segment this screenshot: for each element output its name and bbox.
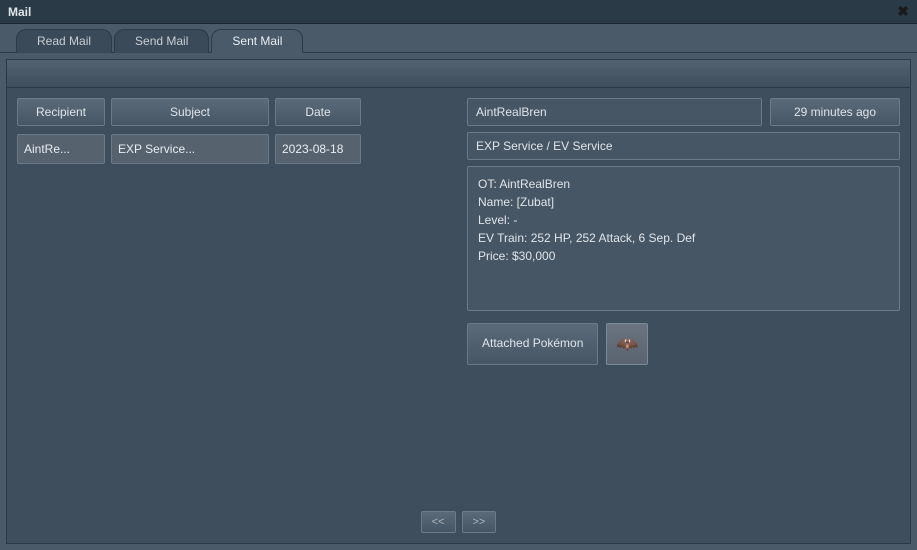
mail-list: AintRe... EXP Service... 2023-08-18: [17, 134, 455, 164]
close-icon[interactable]: ✖: [897, 3, 909, 20]
tab-bar: Read Mail Send Mail Sent Mail: [0, 24, 917, 53]
prev-page-button[interactable]: <<: [421, 511, 456, 533]
pagination: << >>: [7, 503, 910, 543]
tab-sent-mail[interactable]: Sent Mail: [211, 29, 303, 53]
mail-window: Mail ✖ Read Mail Send Mail Sent Mail Rec…: [0, 0, 917, 550]
main-area: Recipient Subject Date AintRe... EXP Ser…: [7, 88, 910, 503]
zubat-icon: 🦇: [616, 334, 638, 355]
inner-panel: Recipient Subject Date AintRe... EXP Ser…: [6, 59, 911, 544]
detail-body: OT: AintRealBren Name: [Zubat] Level: - …: [467, 166, 900, 311]
detail-subject: EXP Service / EV Service: [467, 132, 900, 160]
col-header-subject[interactable]: Subject: [111, 98, 269, 126]
mail-cell-date[interactable]: 2023-08-18: [275, 134, 361, 164]
attachment-slot[interactable]: 🦇: [606, 323, 648, 365]
attachment-row: Attached Pokémon 🦇: [467, 323, 900, 365]
detail-from: AintRealBren: [467, 98, 762, 126]
col-header-recipient[interactable]: Recipient: [17, 98, 105, 126]
mail-detail-panel: AintRealBren 29 minutes ago EXP Service …: [467, 98, 900, 493]
attachment-label: Attached Pokémon: [467, 323, 598, 365]
next-page-button[interactable]: >>: [462, 511, 497, 533]
mail-row[interactable]: AintRe... EXP Service... 2023-08-18: [17, 134, 455, 164]
column-headers: Recipient Subject Date: [17, 98, 455, 126]
mail-list-panel: Recipient Subject Date AintRe... EXP Ser…: [17, 98, 455, 493]
titlebar: Mail ✖: [0, 0, 917, 24]
detail-header-row: AintRealBren 29 minutes ago: [467, 98, 900, 126]
col-header-date[interactable]: Date: [275, 98, 361, 126]
tab-read-mail[interactable]: Read Mail: [16, 29, 112, 53]
tab-send-mail[interactable]: Send Mail: [114, 29, 209, 53]
detail-time-ago: 29 minutes ago: [770, 98, 900, 126]
content-area: Recipient Subject Date AintRe... EXP Ser…: [0, 53, 917, 550]
toolbar-strip: [7, 60, 910, 88]
window-title: Mail: [8, 5, 31, 19]
mail-cell-recipient[interactable]: AintRe...: [17, 134, 105, 164]
mail-cell-subject[interactable]: EXP Service...: [111, 134, 269, 164]
